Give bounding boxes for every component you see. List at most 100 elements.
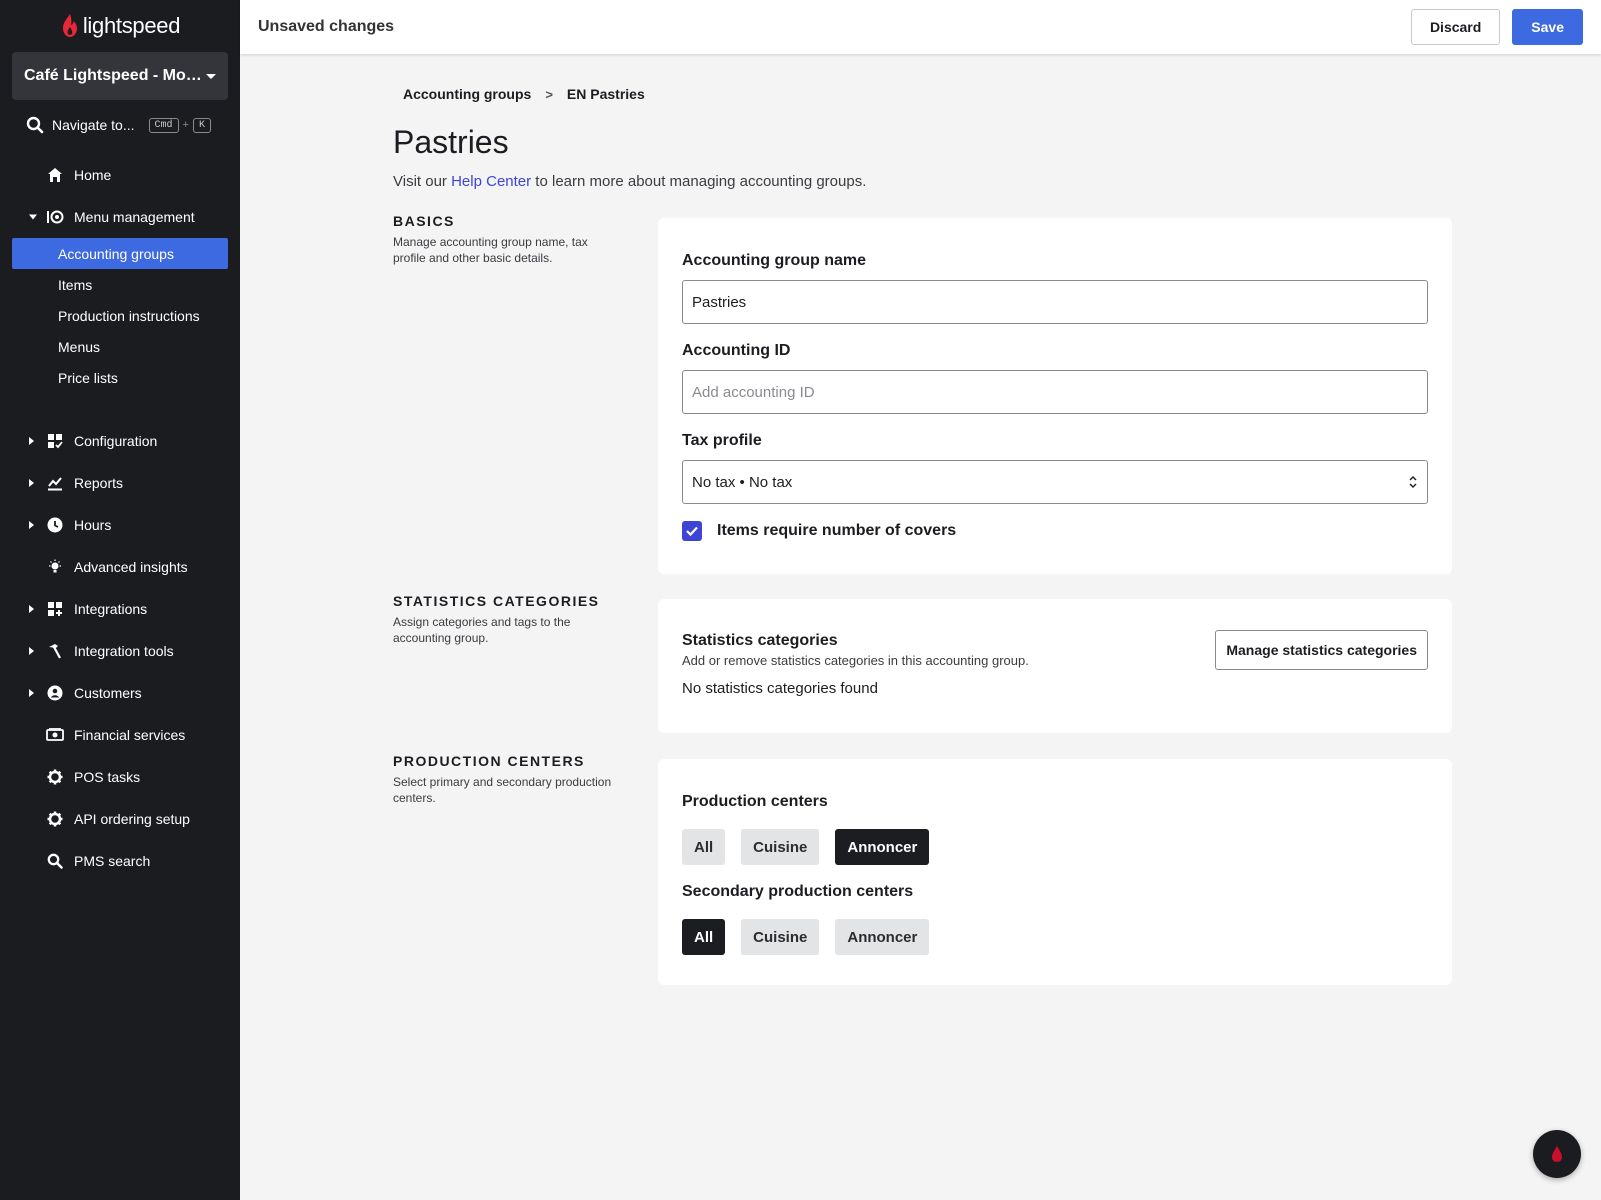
- sidebar-item-hours[interactable]: Hours: [0, 504, 240, 546]
- statistics-section-label: STATISTICS CATEGORIES Assign categories …: [393, 593, 623, 646]
- production-section-label: PRODUCTION CENTERS Select primary and se…: [393, 753, 623, 806]
- sidebar-item-label: Hours: [74, 517, 112, 533]
- hammer-icon: [46, 642, 64, 660]
- production-chip-all[interactable]: All: [682, 829, 726, 865]
- shortcut-plus: +: [182, 119, 189, 131]
- save-button[interactable]: Save: [1512, 9, 1583, 45]
- sidebar-item-label: Integrations: [74, 601, 148, 617]
- sidebar-item-pos-tasks[interactable]: POS tasks: [0, 756, 240, 798]
- chevron-right-icon: [29, 689, 34, 697]
- logo-text: lightspeed: [82, 13, 181, 38]
- tax-profile-value: No tax • No tax: [692, 473, 793, 491]
- production-description: Select primary and secondary production …: [393, 775, 612, 805]
- sidebar-item-home[interactable]: Home: [0, 154, 240, 196]
- lightspeed-logo[interactable]: lightspeed: [0, 0, 240, 52]
- statistics-subtitle: Add or remove statistics categories in t…: [682, 653, 1029, 668]
- tax-profile-label: Tax profile: [682, 432, 762, 449]
- sidebar-item-customers[interactable]: Customers: [0, 672, 240, 714]
- sidebar-item-menus[interactable]: Menus: [0, 331, 240, 362]
- basics-section-label: BASICS Manage accounting group name, tax…: [393, 213, 623, 266]
- accounting-group-name-input[interactable]: Pastries: [682, 280, 1428, 324]
- sidebar-item-accounting-groups[interactable]: Accounting groups: [12, 238, 228, 269]
- sidebar-item-label: API ordering setup: [74, 811, 190, 827]
- sidebar-item-production-instructions[interactable]: Production instructions: [0, 300, 240, 331]
- sidebar-item-label: Integration tools: [74, 643, 174, 659]
- production-centers-label: Production centers: [682, 793, 828, 810]
- breadcrumb-separator: >: [545, 86, 553, 102]
- sidebar-item-label: Menu management: [74, 209, 195, 225]
- secondary-production-centers-label: Secondary production centers: [682, 883, 914, 900]
- navigate-label: Navigate to...: [52, 117, 135, 133]
- statistics-description: Assign categories and tags to the accoun…: [393, 615, 571, 645]
- shortcut-key-cmd: Cmd: [148, 117, 179, 133]
- sidebar-item-advanced-insights[interactable]: Advanced insights: [0, 546, 240, 588]
- store-name: Café Lightspeed - Mon...: [24, 67, 202, 84]
- chevron-down-icon: [206, 73, 216, 79]
- flame-icon: [1552, 1146, 1562, 1162]
- select-arrows-icon: [1408, 475, 1418, 489]
- secondary-chip-cuisine[interactable]: Cuisine: [741, 919, 820, 955]
- unsaved-changes-title: Unsaved changes: [258, 18, 395, 35]
- navigate-to-search[interactable]: Navigate to... Cmd + K: [0, 100, 240, 150]
- sidebar-item-items[interactable]: Items: [0, 269, 240, 300]
- discard-button[interactable]: Discard: [1410, 9, 1501, 45]
- subtitle-text-pre: Visit our: [393, 173, 452, 190]
- sidebar-item-menu-management[interactable]: Menu management: [0, 196, 240, 238]
- accounting-id-input[interactable]: Add accounting ID: [682, 370, 1428, 414]
- breadcrumb-parent-link[interactable]: Accounting groups: [403, 86, 531, 102]
- sidebar-item-integrations[interactable]: Integrations: [0, 588, 240, 630]
- breadcrumb: Accounting groups > EN Pastries: [403, 86, 645, 102]
- sidebar-nav: Home Menu management Accounting groups I…: [0, 154, 240, 882]
- sidebar-item-pms-search[interactable]: PMS search: [0, 840, 240, 882]
- sidebar-item-integration-tools[interactable]: Integration tools: [0, 630, 240, 672]
- flame-logo-icon: [62, 14, 77, 37]
- sidebar-item-label: Home: [74, 167, 112, 183]
- home-icon: [46, 166, 64, 184]
- covers-checkbox[interactable]: [682, 521, 702, 541]
- tax-profile-select[interactable]: No tax • No tax: [682, 460, 1428, 504]
- money-icon: [46, 726, 64, 744]
- sidebar-item-configuration[interactable]: Configuration: [0, 420, 240, 462]
- page-subtitle: Visit our Help Center to learn more abou…: [393, 173, 866, 190]
- search-icon: [46, 852, 64, 870]
- gear-icon: [46, 768, 64, 786]
- store-selector[interactable]: Café Lightspeed - Mon...: [12, 52, 228, 100]
- accounting-id-label: Accounting ID: [682, 342, 791, 359]
- lightspeed-help-button[interactable]: [1533, 1130, 1581, 1178]
- menu-management-icon: [46, 208, 64, 226]
- production-chip-cuisine[interactable]: Cuisine: [741, 829, 820, 865]
- page-title: Pastries: [393, 124, 509, 160]
- chevron-right-icon: [29, 437, 34, 445]
- production-card: Production centers All Cuisine Annoncer …: [658, 759, 1452, 985]
- configuration-icon: [46, 432, 64, 450]
- top-bar: Unsaved changes Discard Save: [240, 0, 1601, 54]
- secondary-chip-all[interactable]: All: [682, 919, 726, 955]
- secondary-chip-annoncer[interactable]: Annoncer: [835, 919, 930, 955]
- sidebar-item-label: Configuration: [74, 433, 158, 449]
- basics-description: Manage accounting group name, tax profil…: [393, 235, 588, 265]
- chevron-right-icon: [29, 521, 34, 529]
- production-chip-annoncer[interactable]: Annoncer: [835, 829, 930, 865]
- sidebar-item-price-lists[interactable]: Price lists: [0, 362, 240, 393]
- gear-icon: [46, 810, 64, 828]
- secondary-production-centers-chips: All Cuisine Annoncer: [682, 919, 1428, 955]
- accounting-group-name-label: Accounting group name: [682, 252, 866, 269]
- sidebar-item-label: POS tasks: [74, 769, 141, 785]
- statistics-card: Statistics categories Add or remove stat…: [658, 599, 1452, 733]
- lightbulb-icon: [46, 558, 64, 576]
- main-content: Accounting groups > EN Pastries Pastries…: [240, 54, 1601, 1200]
- help-center-link[interactable]: Help Center: [451, 173, 531, 190]
- chevron-right-icon: [29, 605, 34, 613]
- statistics-empty-text: No statistics categories found: [682, 680, 878, 697]
- manage-statistics-categories-button[interactable]: Manage statistics categories: [1215, 630, 1428, 670]
- sidebar-item-label: Reports: [74, 475, 124, 491]
- search-icon: [26, 116, 44, 134]
- sidebar-item-financial-services[interactable]: Financial services: [0, 714, 240, 756]
- shortcut-key-k: K: [192, 117, 211, 133]
- sidebar-item-reports[interactable]: Reports: [0, 462, 240, 504]
- production-centers-chips: All Cuisine Annoncer: [682, 829, 1428, 865]
- sidebar-item-api-ordering-setup[interactable]: API ordering setup: [0, 798, 240, 840]
- breadcrumb-current: EN Pastries: [566, 86, 645, 102]
- sidebar-item-label: PMS search: [74, 853, 151, 869]
- chevron-right-icon: [29, 479, 34, 487]
